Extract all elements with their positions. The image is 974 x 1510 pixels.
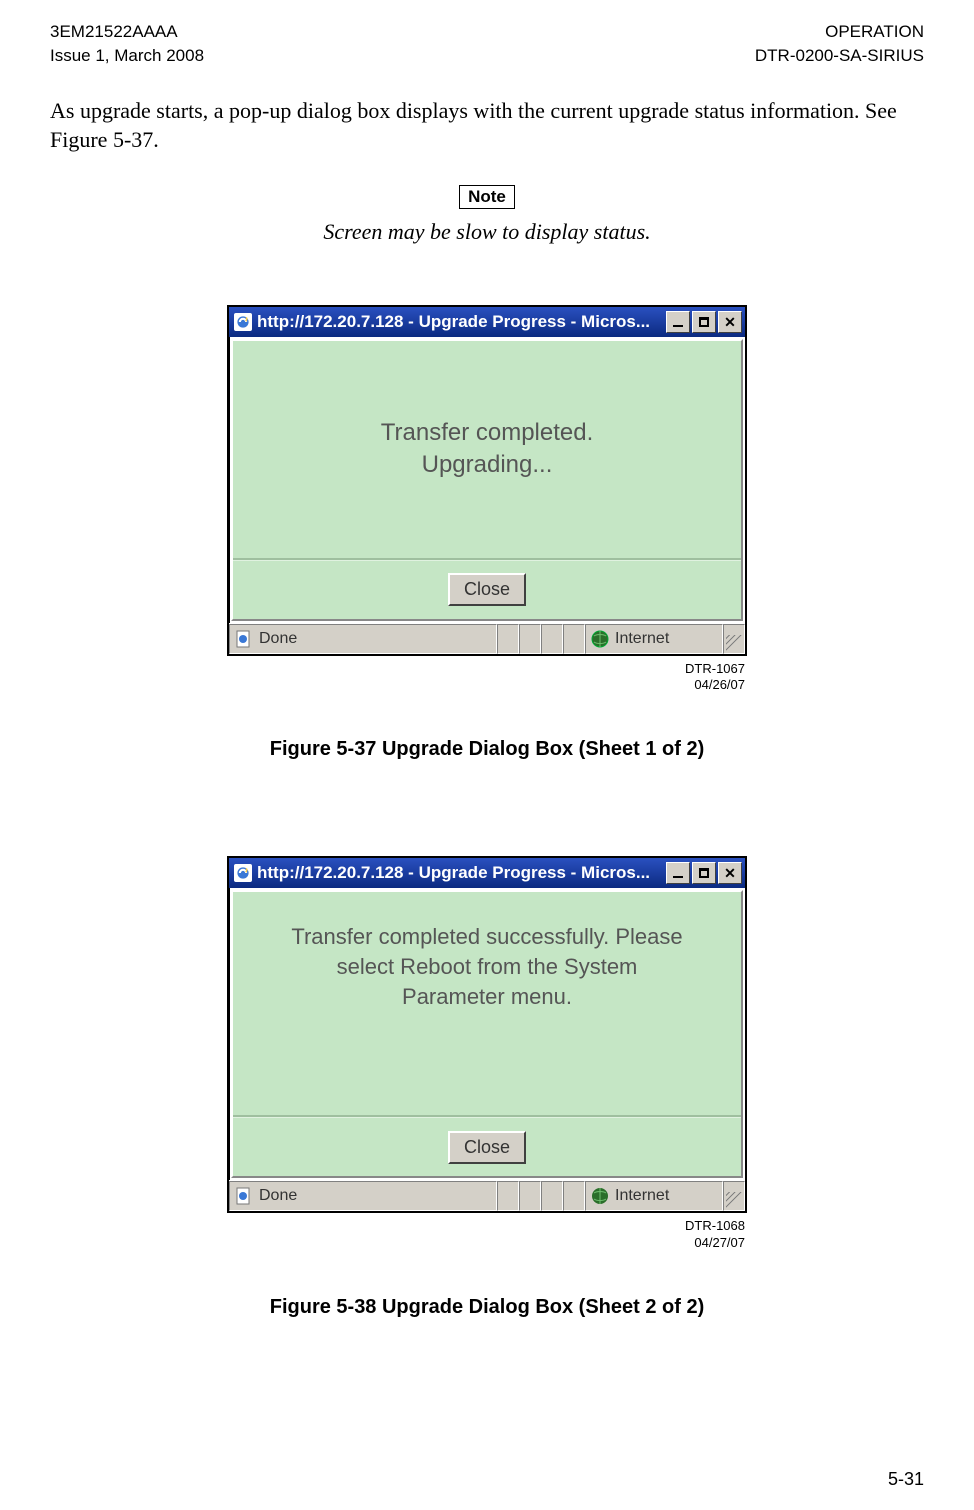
ie-icon xyxy=(234,864,252,882)
message-area: Transfer completed. Upgrading... xyxy=(233,341,741,560)
maximize-button[interactable] xyxy=(692,862,716,884)
figure-caption: Figure 5-38 Upgrade Dialog Box (Sheet 2 … xyxy=(50,1296,924,1319)
figure-5-37: http://172.20.7.128 - Upgrade Progress -… xyxy=(50,305,924,762)
doc-id: 3EM21522AAAA xyxy=(50,20,204,44)
content-pane: Transfer completed. Upgrading... Close xyxy=(231,339,743,621)
note-text: Screen may be slow to display status. xyxy=(50,219,924,245)
figure-caption: Figure 5-37 Upgrade Dialog Box (Sheet 1 … xyxy=(50,738,924,761)
close-button[interactable]: Close xyxy=(448,573,526,606)
note-label: Note xyxy=(459,185,515,209)
message-line: Transfer completed successfully. Please xyxy=(291,922,682,952)
status-spacer xyxy=(519,624,541,654)
issue-date: Issue 1, March 2008 xyxy=(50,44,204,68)
status-spacer xyxy=(541,624,563,654)
page-number: 5-31 xyxy=(888,1469,924,1490)
globe-icon xyxy=(591,630,609,648)
title-bar: http://172.20.7.128 - Upgrade Progress -… xyxy=(229,858,745,888)
status-spacer xyxy=(563,1181,585,1211)
page-icon xyxy=(235,630,253,648)
status-zone-text: Internet xyxy=(615,1187,669,1205)
button-row: Close xyxy=(233,560,741,619)
content-pane: Transfer completed successfully. Please … xyxy=(231,890,743,1178)
status-zone-segment: Internet xyxy=(585,624,723,654)
status-done-text: Done xyxy=(259,1187,297,1205)
status-zone-segment: Internet xyxy=(585,1181,723,1211)
message-line: Parameter menu. xyxy=(402,982,572,1012)
figure-meta-id: DTR-1068 xyxy=(685,1218,745,1233)
status-spacer xyxy=(519,1181,541,1211)
minimize-button[interactable] xyxy=(666,311,690,333)
window-title: http://172.20.7.128 - Upgrade Progress -… xyxy=(257,312,666,332)
message-line: Upgrading... xyxy=(422,449,553,481)
message-line: select Reboot from the System xyxy=(337,952,638,982)
page-header: 3EM21522AAAA Issue 1, March 2008 OPERATI… xyxy=(50,20,924,68)
resize-grip[interactable] xyxy=(723,624,745,654)
message-line: Transfer completed. xyxy=(381,417,594,449)
status-spacer xyxy=(541,1181,563,1211)
status-spacer xyxy=(497,624,519,654)
close-window-button[interactable]: ✕ xyxy=(718,311,742,333)
status-bar: Done Internet xyxy=(229,1180,745,1211)
maximize-button[interactable] xyxy=(692,311,716,333)
dialog-window: http://172.20.7.128 - Upgrade Progress -… xyxy=(227,856,747,1213)
note-row: Note xyxy=(50,185,924,209)
page-icon xyxy=(235,1187,253,1205)
status-done-text: Done xyxy=(259,630,297,648)
ie-icon xyxy=(234,313,252,331)
figure-meta-date: 04/27/07 xyxy=(694,1235,745,1250)
status-zone-text: Internet xyxy=(615,630,669,648)
message-area: Transfer completed successfully. Please … xyxy=(233,892,741,1117)
section-name: OPERATION xyxy=(755,20,924,44)
status-bar: Done Internet xyxy=(229,623,745,654)
figure-meta-id: DTR-1067 xyxy=(685,661,745,676)
model-id: DTR-0200-SA-SIRIUS xyxy=(755,44,924,68)
dialog-window: http://172.20.7.128 - Upgrade Progress -… xyxy=(227,305,747,656)
close-button[interactable]: Close xyxy=(448,1131,526,1164)
status-spacer xyxy=(497,1181,519,1211)
title-bar: http://172.20.7.128 - Upgrade Progress -… xyxy=(229,307,745,337)
status-done-segment: Done xyxy=(229,1181,497,1211)
button-row: Close xyxy=(233,1117,741,1176)
status-done-segment: Done xyxy=(229,624,497,654)
figure-5-38: http://172.20.7.128 - Upgrade Progress -… xyxy=(50,856,924,1319)
close-window-button[interactable]: ✕ xyxy=(718,862,742,884)
minimize-button[interactable] xyxy=(666,862,690,884)
figure-meta: DTR-1068 04/27/07 xyxy=(229,1218,745,1251)
globe-icon xyxy=(591,1187,609,1205)
status-spacer xyxy=(563,624,585,654)
body-paragraph: As upgrade starts, a pop-up dialog box d… xyxy=(50,96,924,155)
figure-meta-date: 04/26/07 xyxy=(694,677,745,692)
window-title: http://172.20.7.128 - Upgrade Progress -… xyxy=(257,863,666,883)
resize-grip[interactable] xyxy=(723,1181,745,1211)
figure-meta: DTR-1067 04/26/07 xyxy=(229,661,745,694)
